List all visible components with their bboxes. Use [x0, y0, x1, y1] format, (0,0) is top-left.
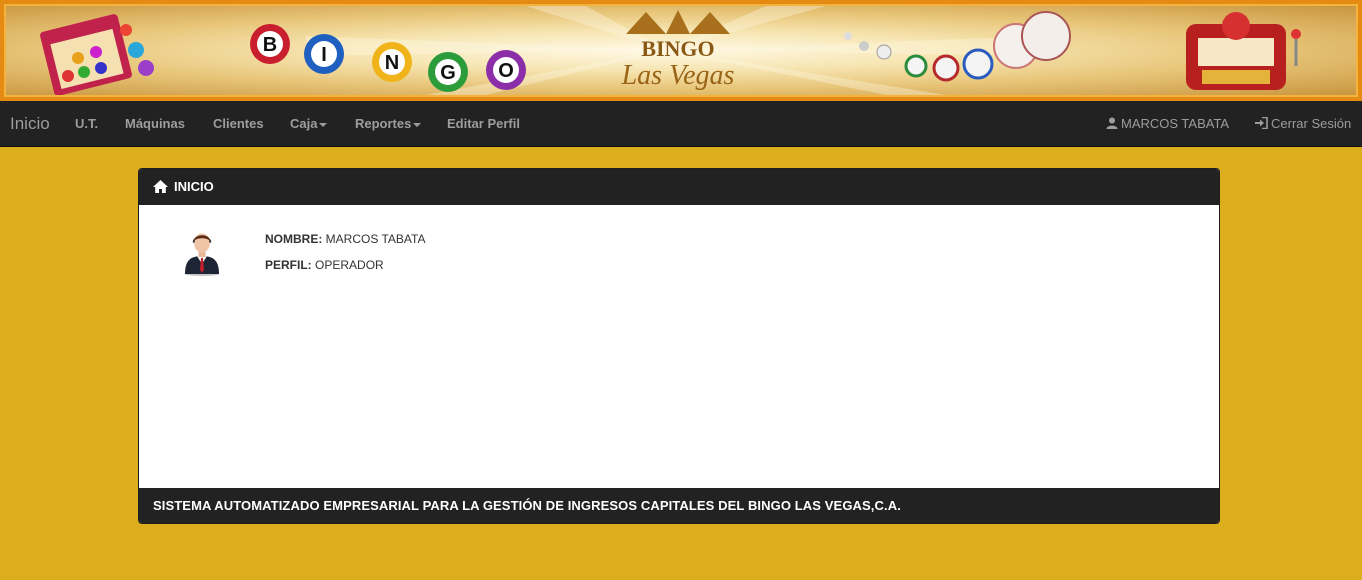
nav-user-name: MARCOS TABATA [1121, 116, 1230, 131]
banner-artwork: B I N G O BINGO Las Vegas [40, 6, 1301, 95]
ball-i: I [321, 44, 327, 66]
panel-heading: INICIO [139, 169, 1219, 205]
panel-footer: SISTEMA AUTOMATIZADO EMPRESARIAL PARA LA… [139, 488, 1219, 523]
logo-las-vegas-text: Las Vegas [621, 60, 735, 91]
banner-image: B I N G O BINGO Las Vegas [4, 4, 1358, 97]
nav-item-maquinas[interactable]: Máquinas [125, 101, 185, 147]
nav-item-clientes[interactable]: Clientes [213, 101, 264, 147]
avatar [185, 233, 219, 276]
logout-label: Cerrar Sesión [1271, 116, 1352, 131]
logout-link[interactable]: Cerrar Sesión [1255, 101, 1351, 147]
ball-g: G [440, 62, 456, 84]
footer-text: SISTEMA AUTOMATIZADO EMPRESARIAL PARA LA… [153, 498, 901, 513]
caret-down-icon [319, 122, 328, 127]
name-label: NOMBRE: [265, 232, 323, 246]
bingo-card-illustration [40, 14, 154, 95]
ball-b: B [263, 34, 277, 56]
nav-item-reportes-label: Reportes [355, 116, 412, 131]
nav-item-caja-label: Caja [290, 116, 318, 131]
ball-n: N [385, 52, 399, 74]
nav-item-caja[interactable]: Caja [290, 101, 328, 147]
name-value: MARCOS TABATA [325, 232, 426, 246]
user-name-line: NOMBRE: MARCOS TABATA [265, 232, 425, 246]
nav-item-reportes[interactable]: Reportes [355, 101, 422, 147]
sign-in-icon [1255, 116, 1268, 130]
profile-label: PERFIL: [265, 258, 312, 272]
home-panel: INICIO NOMBRE: MARCOS TABATA PERFIL: OPE… [138, 168, 1220, 524]
header-banner: B I N G O BINGO Las Vegas [0, 0, 1362, 101]
home-icon [153, 180, 168, 193]
user-profile-line: PERFIL: OPERADOR [265, 258, 384, 272]
nav-item-editar-perfil[interactable]: Editar Perfil [447, 101, 520, 147]
slot-machine-illustration [1186, 12, 1301, 90]
user-icon [1106, 117, 1118, 129]
nav-user-profile[interactable]: MARCOS TABATA [1106, 101, 1229, 147]
bingo-balls-illustration: B I N G O [250, 24, 526, 92]
caret-down-icon [413, 122, 422, 127]
profile-value: OPERADOR [315, 258, 384, 272]
nav-item-ut[interactable]: U.T. [75, 101, 98, 147]
top-navbar: Inicio U.T. Máquinas Clientes Caja Repor… [0, 101, 1362, 147]
panel-title: INICIO [174, 179, 214, 194]
ball-o: O [498, 60, 514, 82]
nav-brand-inicio[interactable]: Inicio [10, 101, 50, 147]
logo-bingo-text: BINGO [641, 36, 714, 61]
